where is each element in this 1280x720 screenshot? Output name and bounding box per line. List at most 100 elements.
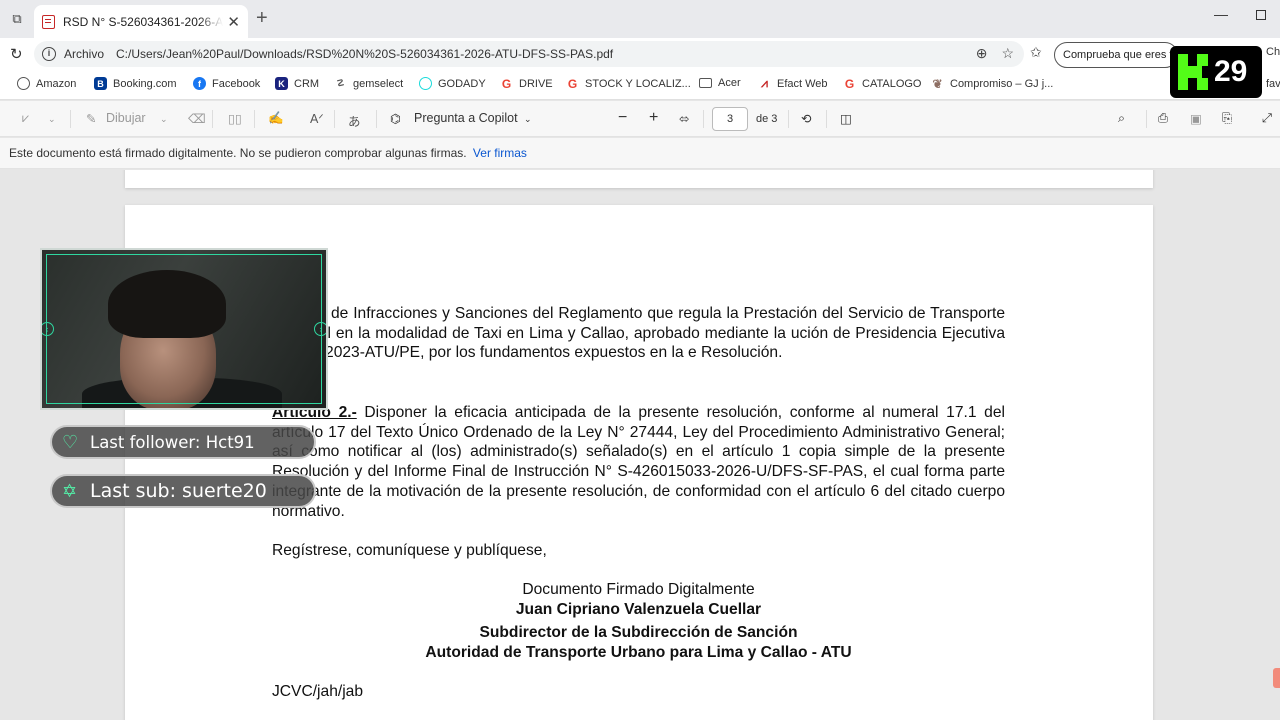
bookmarks-bar: Amazon B Booking.com f Facebook K CRM ☡ gems… [0,70,1280,100]
draw-icon[interactable]: ✎ [86,111,96,126]
bookmark-label: CATALOGO [862,77,922,90]
webcam-overlay: ‹ › [40,248,328,410]
signer-name: Juan Cipriano Valenzuela Cuellar [515,601,762,618]
toolbar-divider [376,110,377,128]
tab-actions-icon[interactable]: ⧉ [6,8,28,30]
chevron-down-icon[interactable]: ⌄ [160,114,168,125]
fullscreen-icon[interactable]: ⤢ [1262,111,1272,126]
folder-icon [699,78,712,88]
booking-icon: B [94,77,107,90]
kick-logo-icon [1178,54,1208,90]
bookmark-drive[interactable]: G DRIVE [500,77,553,91]
toolbar-divider [788,110,789,128]
left-arrow-icon: ‹ [42,322,54,336]
browser-tab[interactable]: RSD N° S-526034361-2026-ATU-DFS-SS-PAS.p… [34,5,248,38]
save-as-icon[interactable]: ⎘ [1222,111,1232,126]
signer-organization: Autoridad de Transporte Urbano para Lima… [425,644,852,661]
gem-icon: ☡ [336,78,345,88]
new-tab-icon[interactable]: + [256,8,268,28]
bookmark-compromiso[interactable]: ❦ Compromiso – GJ j... [931,76,1053,91]
tab-strip: ⧉ RSD N° S-526034361-2026-ATU-DFS-SS-PAS… [0,0,1280,38]
chevron-down-icon[interactable]: ⌄ [48,114,56,125]
page-number-input[interactable]: 3 [712,107,748,131]
kick-counter-badge: 29 [1170,46,1262,98]
toolbar-divider [254,110,255,128]
copilot-icon[interactable]: ⌬ [390,111,401,126]
toolbar-divider [1146,110,1147,128]
article-2-text: Disponer la eficacia anticipada de la pr… [272,404,1005,520]
document-initials: JCVC/jah/jab [272,683,364,700]
bookmark-stock[interactable]: G STOCK Y LOCALIZ... [566,77,691,91]
zoom-out-icon[interactable]: − [618,109,627,127]
toolbar-divider [826,110,827,128]
highlight-icon[interactable]: ⩗ [22,111,29,126]
bookmark-label: Efact Web [777,77,828,90]
toolbar-divider [212,110,213,128]
bookmark-label: STOCK Y LOCALIZ... [585,77,691,90]
signature-notification-bar: Este documento está firmado digitalmente… [0,138,1280,169]
star-icon: ✡ [62,480,78,502]
bookmark-label: Facebook [212,77,261,90]
heart-icon: ♡ [62,431,79,453]
zoom-icon[interactable]: ⊕ [976,45,988,62]
fill-sign-icon[interactable]: ✍ [268,111,284,126]
favorites-icon[interactable]: ✩ [1030,44,1042,61]
maximize-icon[interactable] [1256,10,1266,20]
profile-label: Ch [1266,46,1280,58]
bookmark-booking[interactable]: B Booking.com [94,77,177,90]
draw-button-label[interactable]: Dibujar [106,111,146,125]
last-follower-alert: ♡ Last follower: Hct91 [50,425,316,459]
favorite-star-icon[interactable]: ☆ [1001,45,1014,62]
bookmark-label: Amazon [36,77,77,90]
bookmark-catalogo[interactable]: G CATALOGO [843,76,922,91]
bookmark-amazon[interactable]: Amazon [17,77,76,90]
bookmark-label: DRIVE [519,77,553,90]
bookmark-crm[interactable]: K CRM [275,77,319,90]
info-icon[interactable]: i [42,47,56,61]
bookmark-label: gemselect [353,77,404,90]
navigation-bar: ↻ i Archivo C:/Users/Jean%20Paul/Downloa… [0,38,1280,70]
paragraph-article-1-end: la Tabla de Infracciones y Sanciones del… [272,305,1005,362]
search-icon[interactable]: ⌕ [1118,111,1125,126]
rotate-icon[interactable]: ⟲ [801,111,811,126]
last-sub-text: Last sub: suerte20 [90,480,267,502]
page-view-icon[interactable]: ◫ [840,111,852,126]
bookmark-acer[interactable]: Acer [699,77,741,89]
ask-copilot-button[interactable]: Pregunta a Copilot [414,111,518,125]
close-tab-icon[interactable]: ✕ [227,13,240,31]
signer-title: Subdirector de la Subdirección de Sanció… [479,624,798,641]
bookmark-gemselect[interactable]: ☡ gemselect [334,77,403,90]
compromiso-icon: ❦ [932,76,943,91]
side-panel-tab[interactable] [1273,668,1280,688]
address-scheme-label: Archivo [64,47,105,61]
toolbar-divider [70,110,71,128]
zoom-in-icon[interactable]: + [649,109,658,127]
print-icon[interactable]: ⎙ [1158,111,1168,126]
globe-icon [17,77,30,90]
translate-icon[interactable]: あ [348,111,361,130]
fit-page-icon[interactable]: ⬄ [679,111,689,126]
address-url[interactable]: C:/Users/Jean%20Paul/Downloads/RSD%20N%2… [116,47,613,61]
webcam-frame [46,254,322,404]
efact-icon: ⩘ [761,76,768,90]
closing-formula: Regístrese, comuníquese y publíquese, [272,542,547,559]
last-follower-text: Last follower: Hct91 [90,432,255,452]
verify-identity-button[interactable]: Comprueba que eres tú [1054,42,1178,68]
view-layout-icon[interactable]: ▯▯ [228,111,242,126]
chevron-down-icon[interactable]: ⌄ [524,114,532,125]
view-signatures-link[interactable]: Ver firmas [473,146,527,160]
save-icon[interactable]: ▣ [1190,111,1202,126]
eraser-icon[interactable]: ⌫ [188,111,206,126]
kick-count: 29 [1214,55,1248,88]
minimize-icon[interactable]: — [1214,6,1228,22]
bookmark-godady[interactable]: GODADY [419,77,486,90]
favorites-label: fav [1266,78,1280,90]
previous-page [125,170,1153,188]
bookmark-facebook[interactable]: f Facebook [193,77,260,90]
reload-icon[interactable]: ↻ [10,45,23,63]
address-bar[interactable]: i Archivo C:/Users/Jean%20Paul/Downloads… [34,41,1024,67]
facebook-icon: f [193,77,206,90]
read-aloud-icon[interactable]: Aᐟ [310,111,324,126]
google-icon: G [844,76,855,91]
bookmark-efact[interactable]: ⩘ Efact Web [758,76,828,90]
